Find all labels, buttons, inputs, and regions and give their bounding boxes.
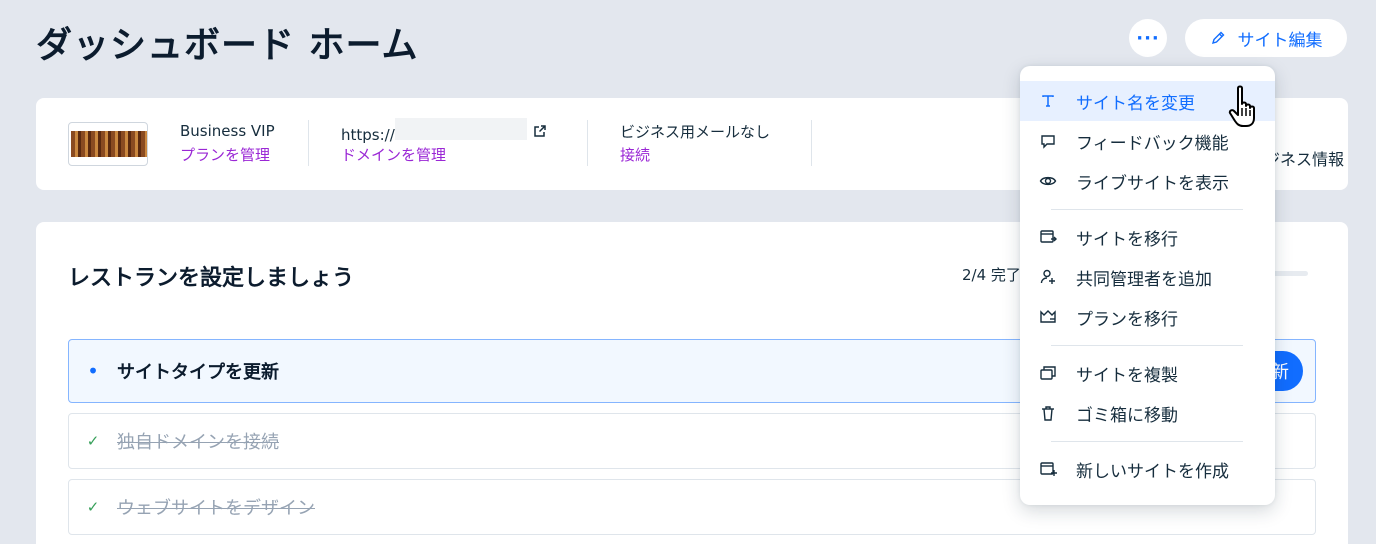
domain-info: https:// ドメインを管理 xyxy=(341,118,547,165)
text-icon xyxy=(1042,95,1054,107)
menu-item-label: 共同管理者を追加 xyxy=(1076,269,1212,290)
site-transfer-icon xyxy=(1040,230,1057,243)
menu-item-label: サイトを複製 xyxy=(1076,365,1178,386)
setup-step-label: ウェブサイトをデザイン xyxy=(117,498,315,519)
more-actions-button[interactable]: ··· xyxy=(1129,19,1167,57)
email-info: ビジネス用メールなし 接続 xyxy=(620,120,770,165)
divider xyxy=(308,120,309,166)
plan-info: Business VIP プランを管理 xyxy=(180,120,275,165)
divider xyxy=(811,120,812,166)
menu-item-duplicate-site[interactable]: サイトを複製 xyxy=(1020,353,1275,393)
manage-domain-link[interactable]: ドメインを管理 xyxy=(341,144,547,165)
setup-progress-label: 2/4 完了 xyxy=(962,266,1021,284)
external-link-icon[interactable] xyxy=(533,124,547,138)
menu-item-view-live-site[interactable]: ライブサイトを表示 xyxy=(1020,161,1275,201)
manage-plan-link[interactable]: プランを管理 xyxy=(180,144,275,165)
menu-item-transfer-site[interactable]: サイトを移行 xyxy=(1020,217,1275,257)
menu-item-label: サイトを移行 xyxy=(1076,229,1178,250)
add-user-icon xyxy=(1040,269,1055,284)
trash-icon xyxy=(1042,406,1054,421)
site-url: https:// xyxy=(341,118,527,144)
menu-divider xyxy=(1051,441,1243,442)
new-site-icon xyxy=(1040,462,1057,476)
bullet-icon: • xyxy=(87,359,99,383)
plan-name: Business VIP xyxy=(180,122,275,140)
eye-icon xyxy=(1039,176,1057,186)
menu-item-label: 新しいサイトを作成 xyxy=(1076,461,1229,482)
menu-item-label: ゴミ箱に移動 xyxy=(1076,405,1178,426)
plan-transfer-icon xyxy=(1040,310,1056,323)
menu-item-label: サイト名を変更 xyxy=(1076,93,1195,114)
menu-divider xyxy=(1051,209,1243,210)
email-status: ビジネス用メールなし xyxy=(620,122,771,141)
edit-site-button[interactable]: サイト編集 xyxy=(1185,19,1347,57)
more-actions-menu: サイト名を変更 フィードバック機能 ライブサイトを表示 サイトを移行 共同管理者… xyxy=(1020,66,1275,505)
menu-item-add-collaborator[interactable]: 共同管理者を追加 xyxy=(1020,257,1275,297)
hand-cursor-icon xyxy=(1228,85,1255,127)
connect-email-link[interactable]: 接続 xyxy=(620,144,770,165)
checkmark-icon: ✓ xyxy=(86,432,100,450)
more-icon: ··· xyxy=(1136,27,1160,49)
menu-item-label: フィードバック機能 xyxy=(1076,133,1229,154)
menu-item-label: プランを移行 xyxy=(1076,309,1178,330)
divider xyxy=(587,120,588,166)
checkmark-icon: ✓ xyxy=(86,498,100,516)
pencil-icon xyxy=(1211,31,1224,45)
menu-item-transfer-plan[interactable]: プランを移行 xyxy=(1020,297,1275,337)
site-thumbnail[interactable] xyxy=(68,122,148,166)
comment-icon xyxy=(1041,135,1055,149)
page-title: ダッシュボード ホーム xyxy=(36,25,419,66)
duplicate-icon xyxy=(1040,366,1056,380)
edit-site-label: サイト編集 xyxy=(1237,30,1323,51)
menu-item-create-new-site[interactable]: 新しいサイトを作成 xyxy=(1020,449,1275,489)
setup-step-label: サイトタイプを更新 xyxy=(117,362,279,383)
menu-divider xyxy=(1051,345,1243,346)
setup-title: レストランを設定しましょう xyxy=(68,266,355,291)
menu-item-label: ライブサイトを表示 xyxy=(1076,173,1229,194)
setup-step-label: 独自ドメインを接続 xyxy=(117,432,279,453)
menu-item-move-to-trash[interactable]: ゴミ箱に移動 xyxy=(1020,393,1275,433)
